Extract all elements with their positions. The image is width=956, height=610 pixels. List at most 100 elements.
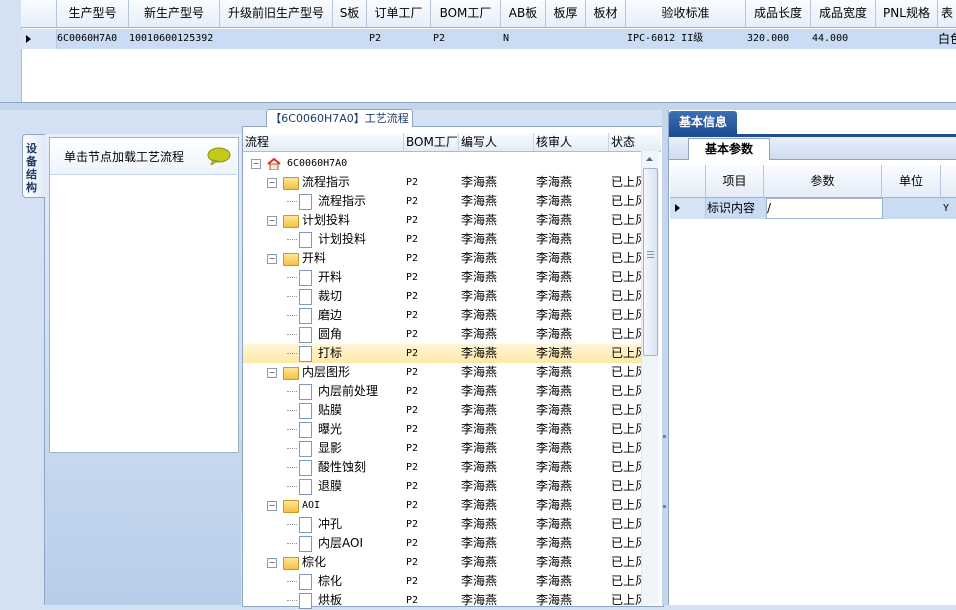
tree-row[interactable]: 开料 P2 李海燕 李海燕 已上风: [243, 268, 641, 287]
document-icon: [299, 270, 312, 286]
tree-row[interactable]: 退膜 P2 李海燕 李海燕 已上风: [243, 477, 641, 496]
tree-row[interactable]: 曝光 P2 李海燕 李海燕 已上风: [243, 420, 641, 439]
cell-bom-factory: P2: [406, 348, 419, 359]
top-grid-left-margin: [0, 0, 22, 102]
tree-row[interactable]: − AOI P2 李海燕 李海燕 已上风: [243, 496, 641, 515]
col-header-param[interactable]: 参数: [764, 165, 882, 198]
document-icon: [299, 422, 312, 438]
collapse-toggle-icon[interactable]: −: [267, 368, 277, 378]
cell-writer: 李海燕: [461, 460, 498, 474]
cell-status: 已上风: [611, 555, 641, 569]
cell-writer: 李海燕: [461, 574, 498, 588]
col-header-s-board[interactable]: S板: [333, 0, 367, 28]
collapse-toggle-icon[interactable]: −: [267, 254, 277, 264]
col-header-reviewer[interactable]: 核审人: [534, 133, 609, 151]
collapse-toggle-icon[interactable]: −: [267, 558, 277, 568]
col-header-bom-factory[interactable]: BOM工厂: [404, 133, 459, 151]
col-header-bom-factory[interactable]: BOM工厂: [431, 0, 501, 28]
collapse-toggle-icon[interactable]: −: [267, 501, 277, 511]
col-header-item[interactable]: 项目: [706, 165, 764, 198]
cell-bom-factory: P2: [406, 595, 419, 606]
col-header-order-factory[interactable]: 订单工厂: [367, 0, 431, 28]
tree-node-label: 贴膜: [318, 403, 343, 417]
col-header-length[interactable]: 成品长度: [746, 0, 811, 28]
tree-row[interactable]: 显影 P2 李海燕 李海燕 已上风: [243, 439, 641, 458]
cell-status: 已上风: [611, 175, 641, 189]
tree-row[interactable]: 冲孔 P2 李海燕 李海燕 已上风: [243, 515, 641, 534]
cell-writer: 李海燕: [461, 308, 498, 322]
tree-row[interactable]: − 流程指示 P2 李海燕 李海燕 已上风: [243, 173, 641, 192]
tree-row[interactable]: 内层前处理 P2 李海燕 李海燕 已上风: [243, 382, 641, 401]
cell-status: 已上风: [611, 213, 641, 227]
col-header-width[interactable]: 成品宽度: [811, 0, 876, 28]
tab-basic-params[interactable]: 基本参数: [688, 138, 770, 160]
col-header-pnl[interactable]: PNL规格: [876, 0, 938, 28]
col-header-ab-board[interactable]: AB板: [501, 0, 546, 28]
col-header-flow[interactable]: 流程: [243, 133, 404, 151]
col-header-thickness[interactable]: 板厚: [546, 0, 586, 28]
tree-row[interactable]: 酸性蚀刻 P2 李海燕 李海燕 已上风: [243, 458, 641, 477]
col-header-writer[interactable]: 编写人: [459, 133, 534, 151]
cell-new-model: 10010600125392: [129, 33, 214, 44]
col-header-status[interactable]: 状态: [609, 133, 643, 151]
row-indicator[interactable]: [21, 29, 57, 49]
tree-node-label: 内层AOI: [318, 536, 363, 550]
tree-row[interactable]: 计划投料 P2 李海燕 李海燕 已上风: [243, 230, 641, 249]
tree-connector: [287, 296, 297, 297]
tree-row[interactable]: − 开料 P2 李海燕 李海燕 已上风: [243, 249, 641, 268]
tab-basic-info[interactable]: 基本信息: [669, 111, 737, 134]
cell-reviewer: 李海燕: [536, 175, 573, 189]
folder-icon: [283, 253, 299, 266]
tree-row[interactable]: 磨边 P2 李海燕 李海燕 已上风: [243, 306, 641, 325]
tree-node-label: 退膜: [318, 479, 343, 493]
cell-bom-factory: P2: [406, 424, 419, 435]
cell-reviewer: 李海燕: [536, 555, 573, 569]
horizontal-splitter[interactable]: [0, 103, 956, 110]
cell-writer: 李海燕: [461, 175, 498, 189]
cell-bom-factory: P2: [406, 234, 419, 245]
tree-row[interactable]: 内层AOI P2 李海燕 李海燕 已上风: [243, 534, 641, 553]
tree-row[interactable]: 贴膜 P2 李海燕 李海燕 已上风: [243, 401, 641, 420]
col-header-unit[interactable]: 单位: [882, 165, 941, 198]
cell-bom-factory: P2: [406, 272, 419, 283]
tree-connector: [287, 315, 297, 316]
tree-row[interactable]: 烘板 P2 李海燕 李海燕 已上风: [243, 591, 641, 610]
cell-param-editor[interactable]: /: [766, 198, 883, 219]
speech-bubble-icon: [207, 147, 231, 165]
tree-row-selected[interactable]: 打标 P2 李海燕 李海燕 已上风: [243, 344, 641, 363]
collapse-toggle-icon[interactable]: −: [267, 216, 277, 226]
tree-row[interactable]: 裁切 P2 李海燕 李海燕 已上风: [243, 287, 641, 306]
cell-old-model: [220, 29, 332, 49]
document-icon: [299, 593, 312, 609]
cell-status: 已上风: [611, 536, 641, 550]
col-header-standard[interactable]: 验收标准: [626, 0, 746, 28]
scrollbar-thumb[interactable]: [643, 168, 658, 356]
param-row-indicator[interactable]: [670, 198, 706, 219]
tree-row[interactable]: − 内层图形 P2 李海燕 李海燕 已上风: [243, 363, 641, 382]
tree-connector: [287, 467, 297, 468]
equipment-tree-panel[interactable]: [49, 137, 239, 453]
home-icon: [267, 157, 281, 171]
tree-row[interactable]: − 6C0060H7A0: [243, 154, 641, 173]
col-header-model[interactable]: 生产型号: [57, 0, 129, 28]
cell-bom-factory: P2: [406, 177, 419, 188]
col-header-material[interactable]: 板材: [586, 0, 626, 28]
tree-row[interactable]: 圆角 P2 李海燕 李海燕 已上风: [243, 325, 641, 344]
tree-row[interactable]: 棕化 P2 李海燕 李海燕 已上风: [243, 572, 641, 591]
tree-row[interactable]: − 棕化 P2 李海燕 李海燕 已上风: [243, 553, 641, 572]
col-header-surface[interactable]: 表: [938, 0, 956, 28]
scroll-up-arrow-icon[interactable]: [643, 152, 656, 166]
col-header-extra[interactable]: [941, 165, 956, 198]
col-header-old-model[interactable]: 升级前旧生产型号: [220, 0, 333, 28]
cell-reviewer: 李海燕: [536, 270, 573, 284]
collapse-toggle-icon[interactable]: −: [251, 159, 261, 169]
cell-reviewer: 李海燕: [536, 574, 573, 588]
document-icon: [299, 536, 312, 552]
cell-bom-factory: P2: [406, 329, 419, 340]
tree-row[interactable]: 流程指示 P2 李海燕 李海燕 已上风: [243, 192, 641, 211]
collapse-toggle-icon[interactable]: −: [267, 178, 277, 188]
col-header-new-model[interactable]: 新生产型号: [129, 0, 220, 28]
tree-row[interactable]: − 计划投料 P2 李海燕 李海燕 已上风: [243, 211, 641, 230]
cell-status: 已上风: [611, 422, 641, 436]
tree-connector: [287, 391, 297, 392]
